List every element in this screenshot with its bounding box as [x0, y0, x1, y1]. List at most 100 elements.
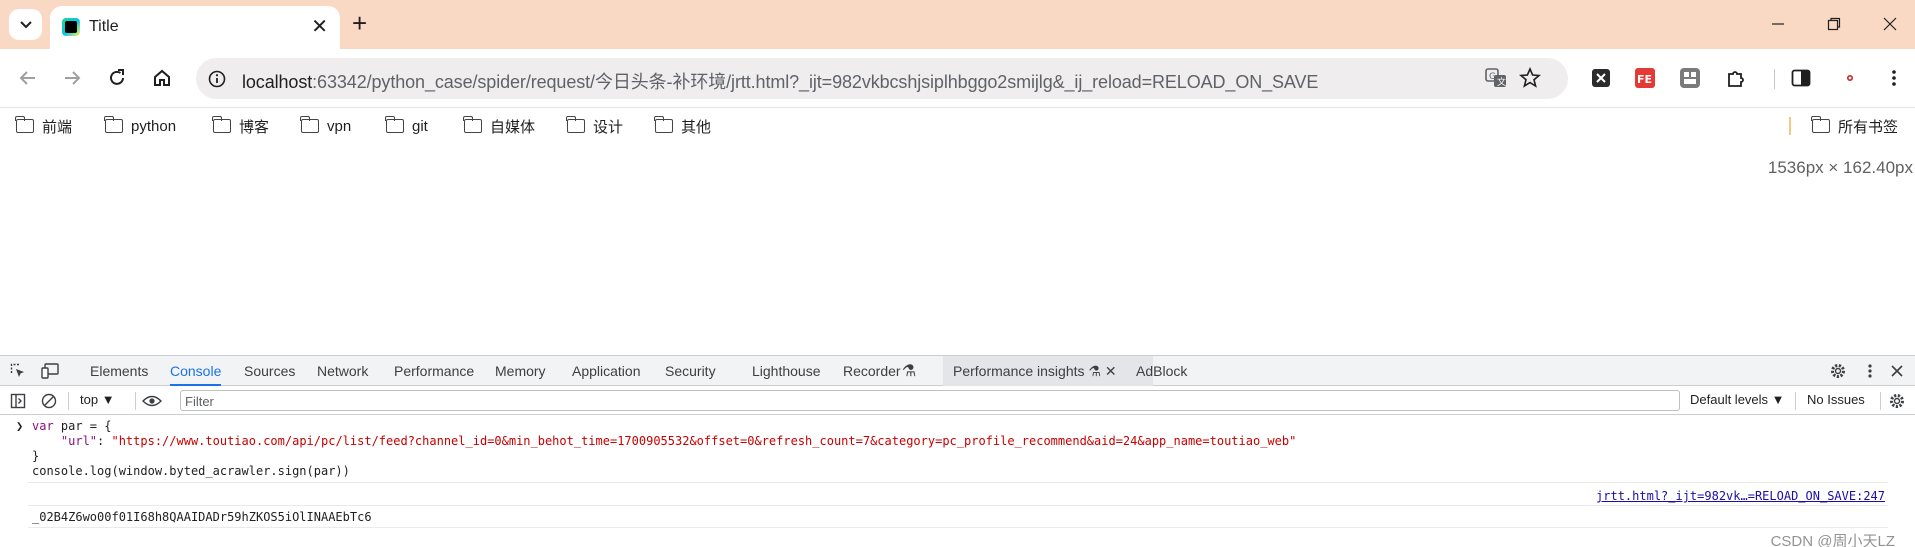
bookmark-folder[interactable]: git: [385, 115, 428, 137]
devtools-panel: Elements Console Sources Network Perform…: [0, 355, 1915, 547]
toolbar-divider: [68, 392, 69, 410]
minimize-button[interactable]: [1755, 10, 1801, 38]
inspect-icon: [10, 363, 24, 377]
tab-network[interactable]: Network: [317, 356, 368, 386]
devtools-menu-button[interactable]: [1860, 361, 1880, 381]
devtools-close-button[interactable]: [1887, 361, 1907, 381]
toolbar-divider: [1774, 69, 1775, 89]
inspect-element-button[interactable]: [8, 361, 28, 381]
back-button[interactable]: [13, 63, 43, 93]
folder-icon: [566, 116, 585, 133]
tab-sources[interactable]: Sources: [244, 356, 295, 386]
bookmark-folder[interactable]: 前端: [15, 115, 72, 137]
levels-label: Default levels: [1690, 392, 1769, 407]
console-input-line: console.log(window.byted_acrawler.sign(p…: [32, 464, 350, 478]
reload-button[interactable]: [102, 63, 132, 93]
x-extension-icon: [1592, 69, 1610, 87]
folder-icon: [1811, 116, 1830, 133]
forward-button[interactable]: [57, 63, 87, 93]
close-window-button[interactable]: [1867, 10, 1913, 38]
restore-button[interactable]: [1811, 10, 1857, 38]
bookmark-label: python: [131, 117, 177, 135]
block-icon: [41, 393, 57, 409]
folder-icon: [463, 116, 482, 133]
tab-lighthouse[interactable]: Lighthouse: [752, 356, 821, 386]
bookmark-folder[interactable]: 自媒体: [463, 115, 536, 137]
live-expression-button[interactable]: [142, 391, 162, 411]
all-bookmarks-label: 所有书签: [1838, 118, 1899, 136]
toolbar-divider: [135, 392, 136, 410]
device-toolbar-button[interactable]: [40, 361, 60, 381]
clear-console-button[interactable]: [39, 391, 59, 411]
bookmark-label: 自媒体: [490, 118, 536, 136]
home-button[interactable]: [147, 63, 177, 93]
close-tab-icon[interactable]: ✕: [1105, 363, 1117, 379]
tab-performance-insights[interactable]: Performance insights ⚗ ✕: [943, 356, 1153, 386]
url-path: :63342/python_case/spider/request/今日头条-补…: [312, 72, 1319, 92]
new-tab-button[interactable]: +: [352, 10, 367, 36]
console-settings-button[interactable]: [1887, 391, 1907, 411]
sidebar-toggle-button[interactable]: [8, 391, 28, 411]
watermark: CSDN @周小天LZ: [1770, 533, 1895, 547]
page-viewport: 1536px × 162.40px: [0, 143, 1915, 355]
extensions-button[interactable]: [1724, 66, 1748, 90]
close-icon: [1891, 365, 1903, 377]
tab-security[interactable]: Security: [665, 356, 716, 386]
tab-application[interactable]: Application: [572, 356, 641, 386]
side-panel-button[interactable]: [1789, 66, 1813, 90]
home-icon: [154, 69, 170, 86]
tab-performance[interactable]: Performance: [394, 356, 474, 386]
bookmark-folder[interactable]: 设计: [566, 115, 623, 137]
address-bar[interactable]: localhost:63342/python_case/spider/reque…: [196, 58, 1568, 99]
console-log-output[interactable]: _02B4Z6wo00f01I68h8QAAIDADr59hZKOS5iOlIN…: [32, 510, 372, 524]
console-filter-input[interactable]: Filter: [180, 390, 1680, 411]
bookmark-folder[interactable]: python: [104, 115, 177, 137]
device-icon: [41, 363, 59, 379]
code-key: "url": [60, 434, 98, 448]
menu-button[interactable]: [1882, 66, 1906, 90]
favicon-icon: [62, 18, 80, 36]
console-toolbar: top ▼ Filter Default levels ▼ No Issues: [0, 387, 1915, 415]
extension-adblock-button[interactable]: [1678, 66, 1702, 90]
extension-fe-button[interactable]: FE: [1633, 66, 1657, 90]
bookmark-folder[interactable]: 其他: [654, 115, 711, 137]
url-text[interactable]: localhost:63342/python_case/spider/reque…: [242, 68, 1318, 94]
gear-icon: [1831, 364, 1845, 378]
bookmark-folder[interactable]: vpn: [300, 115, 352, 137]
context-selector[interactable]: top ▼: [80, 392, 115, 407]
tab-console[interactable]: Console: [170, 356, 222, 386]
bookmarks-bar: 前端 python 博客 vpn git 自媒体 设计 其他 所有书签: [0, 107, 1915, 143]
svg-text:文: 文: [1497, 76, 1506, 88]
bookmark-label: vpn: [327, 117, 352, 135]
tab-adblock[interactable]: AdBlock: [1136, 356, 1187, 386]
close-icon: [1883, 17, 1897, 31]
tab-search-button[interactable]: [9, 9, 42, 40]
folder-icon: [654, 116, 673, 133]
bookmark-star-button[interactable]: [1518, 66, 1542, 90]
source-link[interactable]: jrtt.html?_ijt=982vk…=RELOAD_ON_SAVE:247: [1596, 489, 1885, 503]
viewport-dimensions-overlay: 1536px × 162.40px: [1767, 158, 1913, 177]
extension-x-button[interactable]: [1589, 66, 1613, 90]
site-info-button[interactable]: [204, 66, 229, 91]
chevron-right-icon: ❯: [16, 419, 24, 433]
issues-counter[interactable]: No Issues: [1807, 392, 1865, 407]
profile-icon: [1847, 75, 1853, 81]
log-levels-dropdown[interactable]: Default levels ▼: [1690, 392, 1785, 407]
tab-recorder[interactable]: Recorder: [843, 356, 901, 386]
browser-window: Title ✕ + localhost:63342/python_case/sp…: [0, 0, 1915, 547]
translate-button[interactable]: G文: [1484, 66, 1508, 90]
kebab-menu-icon: [1892, 70, 1896, 86]
console-input-line: "url": "https://www.toutiao.com/api/pc/l…: [32, 434, 1296, 448]
svg-text:G: G: [1489, 72, 1496, 82]
tab-elements[interactable]: Elements: [90, 356, 148, 386]
all-bookmarks-folder[interactable]: 所有书签: [1811, 115, 1899, 137]
browser-toolbar: localhost:63342/python_case/spider/reque…: [0, 49, 1915, 107]
devtools-settings-button[interactable]: [1828, 361, 1848, 381]
tab-memory[interactable]: Memory: [495, 356, 546, 386]
gear-icon: [1890, 394, 1904, 408]
close-tab-icon[interactable]: ✕: [311, 17, 328, 37]
star-icon: [1519, 67, 1541, 88]
active-tab[interactable]: Title ✕: [50, 6, 340, 49]
profile-button[interactable]: [1838, 66, 1862, 90]
bookmark-folder[interactable]: 博客: [212, 115, 269, 137]
